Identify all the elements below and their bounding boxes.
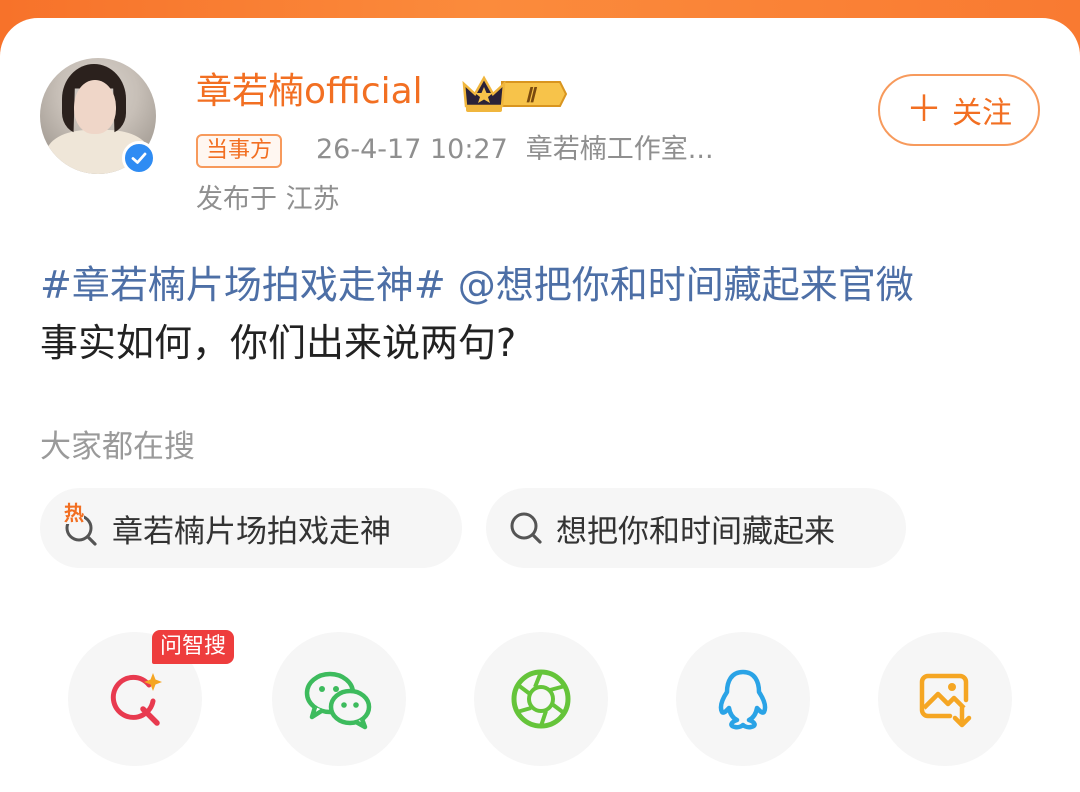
search-heading: 大家都在搜 bbox=[40, 429, 195, 465]
wechat-icon bbox=[304, 671, 372, 730]
username[interactable]: 章若楠official bbox=[196, 68, 423, 116]
search-chip[interactable]: 想把你和时间藏起来 bbox=[486, 488, 906, 568]
share-moments-button[interactable] bbox=[474, 632, 608, 766]
hot-mark: 热 bbox=[64, 501, 84, 525]
post-content: #章若楠片场拍戏走神# @想把你和时间藏起来官微 事实如何，你们出来说两句? bbox=[40, 256, 1050, 372]
plus-icon: ＋ bbox=[905, 89, 942, 130]
save-image-button[interactable] bbox=[878, 632, 1012, 766]
share-wechat-button[interactable] bbox=[272, 632, 406, 766]
search-chip-hot[interactable]: 热 章若楠片场拍戏走神 bbox=[40, 488, 462, 568]
post-location: 发布于 江苏 bbox=[196, 184, 340, 215]
post-timestamp: 26-4-17 10:27 bbox=[316, 134, 508, 165]
follow-button[interactable]: ＋ 关注 bbox=[878, 74, 1040, 146]
mention-link[interactable]: @想把你和时间藏起来官微 bbox=[458, 263, 914, 307]
topic-link[interactable]: #章若楠片场拍戏走神# bbox=[40, 263, 446, 307]
meta-line: 26-4-17 10:27 章若楠工作室... bbox=[316, 130, 714, 170]
ai-search-icon bbox=[110, 673, 162, 726]
hot-search-icon: 热 bbox=[62, 502, 102, 548]
post-body-text: 事实如何，你们出来说两句? bbox=[40, 321, 517, 365]
post-source[interactable]: 章若楠工作室... bbox=[526, 134, 714, 165]
share-qq-button[interactable] bbox=[676, 632, 810, 766]
save-image-icon bbox=[919, 673, 972, 728]
ai-search-badge: 问智搜 bbox=[152, 630, 235, 664]
crown-level-badge[interactable]: Ⅱ bbox=[462, 72, 568, 120]
follow-label: 关注 bbox=[952, 96, 1012, 131]
search-icon bbox=[508, 509, 546, 547]
qq-icon bbox=[718, 669, 768, 730]
moments-icon bbox=[511, 669, 571, 729]
avatar-face bbox=[74, 80, 116, 134]
search-chip-label: 章若楠片场拍戏走神 bbox=[112, 513, 391, 550]
verified-icon bbox=[122, 141, 156, 175]
party-tag: 当事方 bbox=[196, 134, 283, 168]
search-chip-label: 想把你和时间藏起来 bbox=[556, 513, 835, 550]
